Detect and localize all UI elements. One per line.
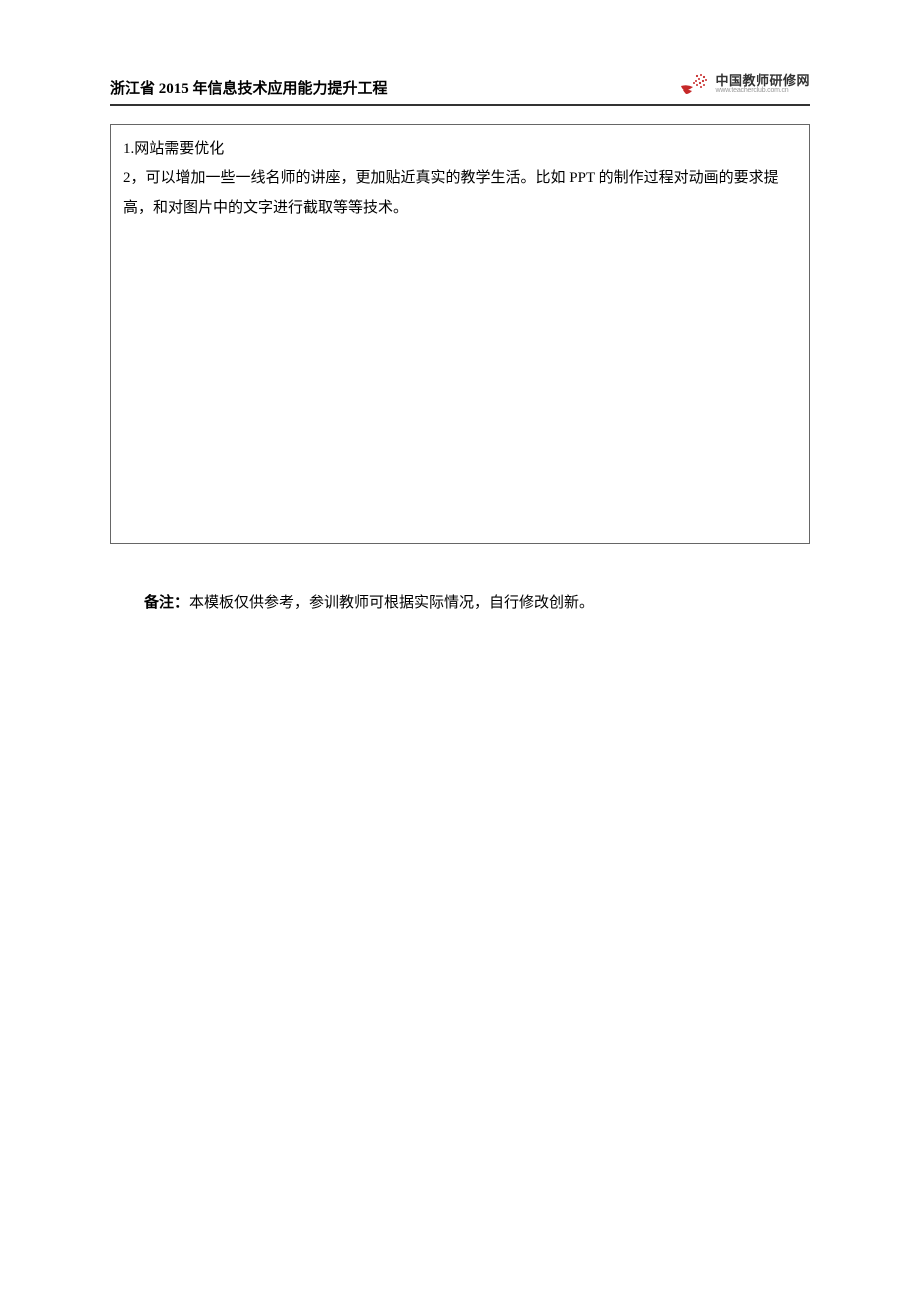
note-text: 本模板仅供参考，参训教师可根据实际情况，自行修改创新。 bbox=[189, 595, 594, 611]
content-line-1: 1.网站需要优化 bbox=[123, 135, 797, 164]
logo-text-sub: www.teacherclub.com.cn bbox=[715, 87, 810, 94]
logo-area: 中国教师研修网 www.teacherclub.com.cn bbox=[677, 70, 810, 98]
logo-text: 中国教师研修网 www.teacherclub.com.cn bbox=[715, 74, 810, 94]
content-line-2: 2，可以增加一些一线名师的讲座，更加贴近真实的教学生活。比如 PPT 的制作过程… bbox=[123, 164, 797, 223]
note-label: 备注： bbox=[144, 595, 189, 611]
page-header: 浙江省 2015 年信息技术应用能力提升工程 bbox=[110, 70, 810, 106]
content-box: 1.网站需要优化 2，可以增加一些一线名师的讲座，更加贴近真实的教学生活。比如 … bbox=[110, 124, 810, 544]
logo-text-main: 中国教师研修网 bbox=[715, 74, 810, 87]
page-container: 浙江省 2015 年信息技术应用能力提升工程 bbox=[0, 0, 920, 617]
note-section: 备注：本模板仅供参考，参训教师可根据实际情况，自行修改创新。 bbox=[110, 590, 810, 617]
logo-icon bbox=[677, 70, 711, 98]
header-title: 浙江省 2015 年信息技术应用能力提升工程 bbox=[110, 77, 388, 98]
